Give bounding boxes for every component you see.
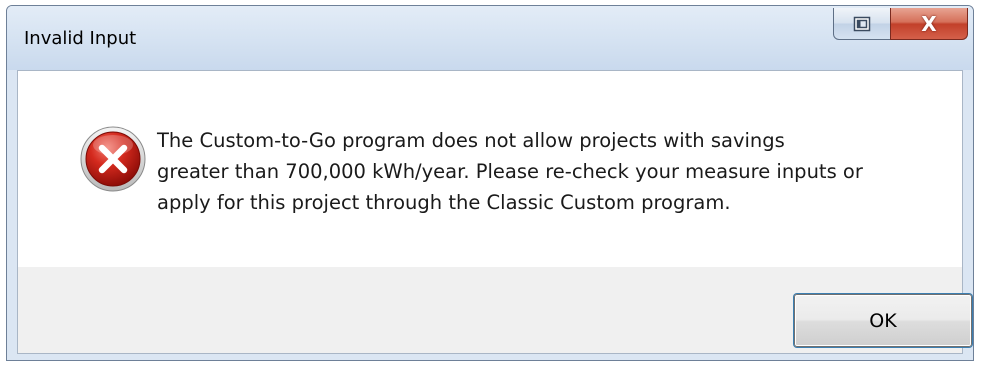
close-icon: X [921,11,937,36]
restore-window-button[interactable] [833,8,891,40]
error-icon [79,125,147,193]
error-message: The Custom-to-Go program does not allow … [157,125,937,218]
message-line: The Custom-to-Go program does not allow … [157,129,785,152]
invalid-input-dialog: Invalid Input X The Custom-to-Go program… [6,5,974,361]
close-button[interactable]: X [890,8,968,40]
title-bar[interactable]: Invalid Input X [7,6,973,70]
ok-button[interactable]: OK [794,294,972,347]
message-area: The Custom-to-Go program does not allow … [18,71,962,267]
dialog-content: The Custom-to-Go program does not allow … [17,70,972,354]
message-line: apply for this project through the Class… [157,191,731,214]
restore-window-icon [853,16,871,32]
window-title: Invalid Input [24,28,137,49]
message-line: greater than 700,000 kWh/year. Please re… [157,160,863,183]
